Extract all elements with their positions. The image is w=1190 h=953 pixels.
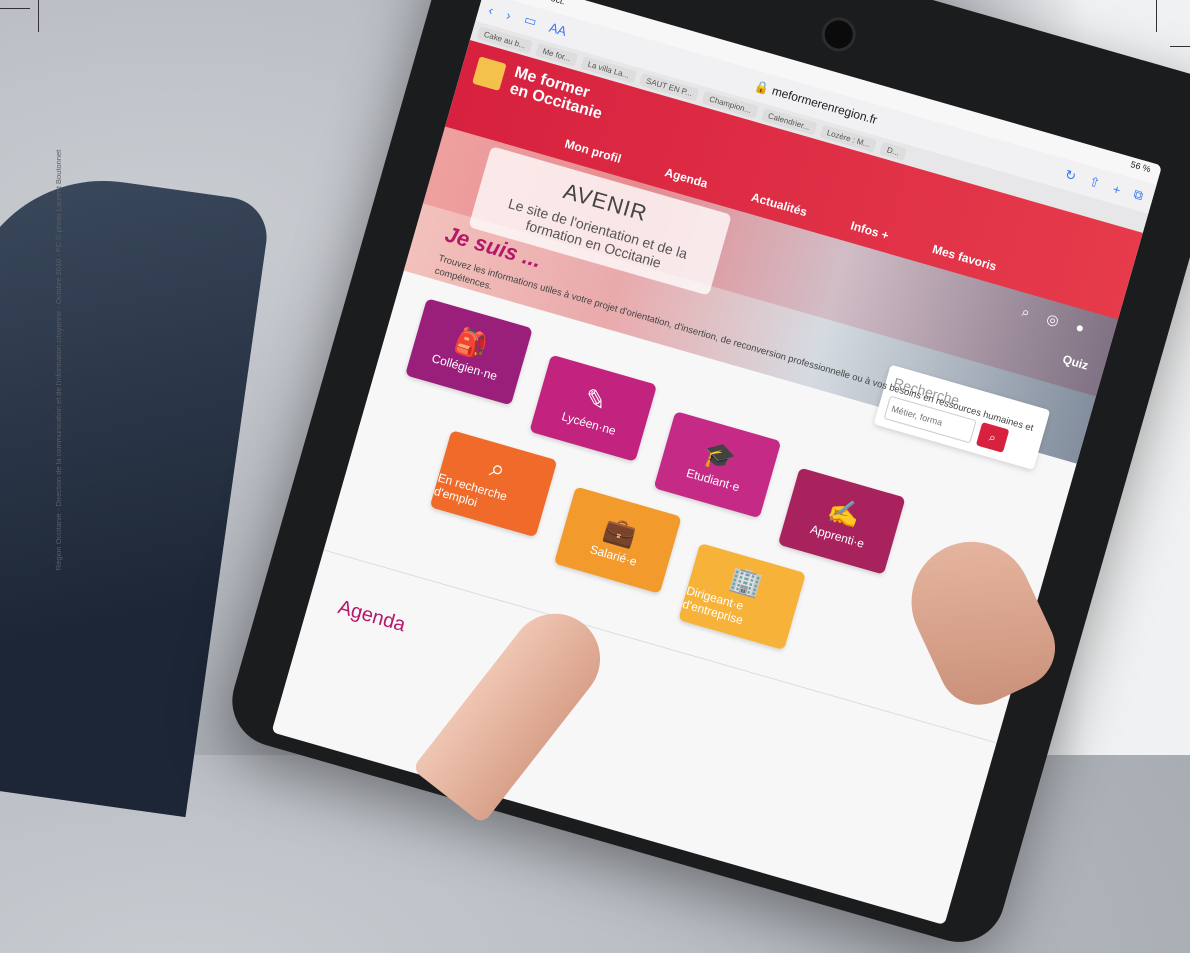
tablet-device: 11:55 Jeu. 17 oct. 56 % ‹ › ▭ AA 🔒 mefor… <box>221 0 1190 953</box>
briefcase-icon: 💼 <box>600 512 640 551</box>
nav-actualites[interactable]: Actualités <box>750 190 809 219</box>
tile-dirigeant[interactable]: 🏢 Dirigeant·e d'entreprise <box>678 542 806 651</box>
tabs-icon[interactable]: ⧉ <box>1132 186 1145 204</box>
nav-mon-profil[interactable]: Mon profil <box>563 136 623 165</box>
nav-agenda[interactable]: Agenda <box>663 165 709 191</box>
camera-icon <box>817 13 860 56</box>
tile-apprenti[interactable]: ✍ Apprenti·e <box>777 467 906 575</box>
backpack-icon: 🎒 <box>451 324 492 363</box>
tablet-screen: 11:55 Jeu. 17 oct. 56 % ‹ › ▭ AA 🔒 mefor… <box>271 0 1163 926</box>
nav-infos[interactable]: Infos + <box>849 218 890 242</box>
magnifier-icon: ⌕ <box>486 451 510 485</box>
tile-salarie[interactable]: 💼 Salarié·e <box>553 486 682 594</box>
occitanie-cross-icon <box>472 56 507 91</box>
share-icon[interactable]: ⇧ <box>1087 173 1102 191</box>
compass-icon: ✎ <box>581 382 611 417</box>
eye-off-icon[interactable]: ◎ <box>1045 310 1061 330</box>
document-pen-icon: ✍ <box>824 493 864 532</box>
reader-button[interactable]: AA <box>548 19 569 38</box>
tile-collegien[interactable]: 🎒 Collégien·ne <box>405 298 533 406</box>
plus-icon[interactable]: + <box>1111 181 1122 198</box>
agenda-title: Agenda <box>335 596 408 637</box>
tile-recherche-emploi[interactable]: ⌕ En recherche d'emploi <box>429 430 558 538</box>
reload-icon[interactable]: ↻ <box>1063 167 1078 185</box>
tablet-scene: 11:55 Jeu. 17 oct. 56 % ‹ › ▭ AA 🔒 mefor… <box>0 0 1190 953</box>
chevron-right-icon[interactable]: › <box>505 7 513 23</box>
chevron-left-icon[interactable]: ‹ <box>487 2 495 18</box>
tile-etudiant[interactable]: 🎓 Etudiant·e <box>653 411 782 519</box>
building-icon: 🏢 <box>726 562 767 601</box>
graduation-cap-icon: 🎓 <box>700 437 740 475</box>
book-icon[interactable]: ▭ <box>522 12 539 31</box>
tile-lyceen[interactable]: ✎ Lycéen·ne <box>529 354 658 462</box>
